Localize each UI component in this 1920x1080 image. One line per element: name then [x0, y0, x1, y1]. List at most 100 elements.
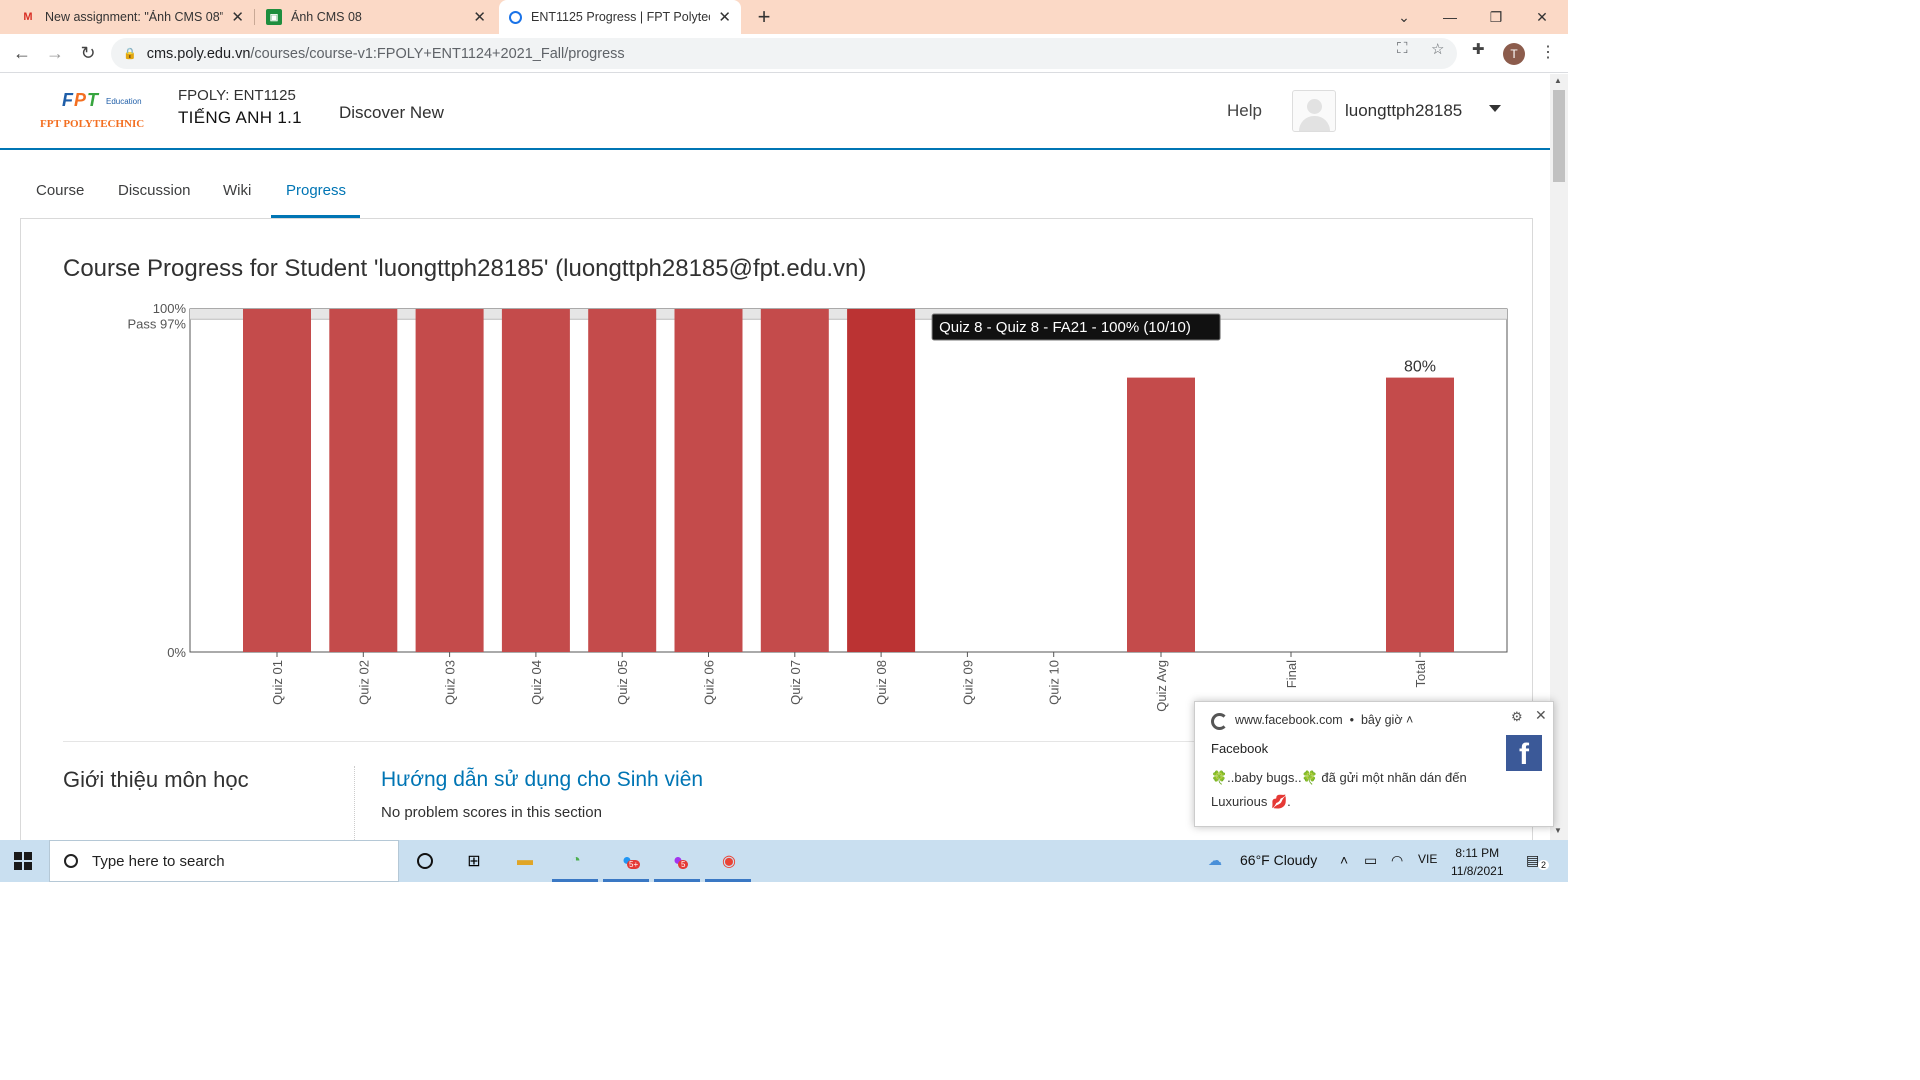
- x-tick-label: Quiz 02: [356, 660, 371, 705]
- bookmark-star-icon[interactable]: ☆: [1431, 40, 1444, 58]
- minimize-button[interactable]: —: [1427, 0, 1473, 34]
- search-placeholder: Type here to search: [92, 852, 225, 870]
- browser-tab-classroom[interactable]: ▣ Ảnh CMS 08 ✕: [256, 0, 496, 34]
- notification-message: 🍀..baby bugs..🍀 đã gửi một nhãn dán đến …: [1211, 770, 1467, 809]
- close-window-button[interactable]: ✕: [1519, 0, 1565, 34]
- user-menu-caret-icon[interactable]: [1489, 105, 1501, 112]
- close-icon[interactable]: ✕: [473, 8, 486, 26]
- app-icon[interactable]: ◔: [563, 848, 589, 874]
- taskbar-search-input[interactable]: Type here to search: [49, 840, 399, 882]
- chart-bar: [674, 309, 743, 652]
- logo-fpt-text: FPT: [62, 90, 100, 110]
- gear-icon[interactable]: ⚙: [1511, 709, 1523, 725]
- tab-title: Ảnh CMS 08: [291, 10, 362, 24]
- chrome-icon: [1211, 713, 1228, 730]
- chart-bar: [1386, 377, 1454, 652]
- clock-date: 11/8/2021: [1451, 864, 1504, 878]
- section-title: Giới thiệu môn học: [63, 767, 249, 792]
- file-explorer-icon[interactable]: ▬: [512, 848, 538, 874]
- tab-progress[interactable]: Progress: [271, 172, 360, 218]
- page-title: Course Progress for Student 'luongttph28…: [63, 255, 867, 282]
- browser-menu-icon[interactable]: ⋮: [1540, 42, 1556, 62]
- task-view-icon[interactable]: [412, 848, 438, 874]
- course-org: FPOLY: ENT1125: [178, 87, 296, 104]
- x-tick-label: Quiz 10: [1047, 660, 1062, 705]
- course-name: TIẾNG ANH 1.1: [178, 108, 302, 127]
- tab-wiki[interactable]: Wiki: [223, 172, 251, 218]
- timeline-icon[interactable]: ⊞: [461, 848, 487, 874]
- gmail-icon: M: [23, 11, 33, 23]
- scroll-up-icon[interactable]: ▲: [1554, 76, 1562, 85]
- x-tick-label: Quiz 07: [788, 660, 803, 705]
- browser-toolbar: ← → ↻ 🔒 cms.poly.edu.vn/courses/course-v…: [0, 34, 1568, 73]
- chart-bar: [760, 309, 829, 652]
- taskbar: Type here to search ⊞ ▬ ◔ ● 5+ ● 5 ◉ ☁ 66°…: [0, 840, 1568, 882]
- address-bar[interactable]: 🔒 cms.poly.edu.vn/courses/course-v1:FPOL…: [111, 38, 1457, 69]
- weather-text[interactable]: 66°F Cloudy: [1240, 852, 1317, 868]
- language-indicator[interactable]: VIE: [1418, 852, 1437, 866]
- x-tick-label: Quiz 08: [874, 660, 889, 705]
- battery-icon[interactable]: ▭: [1364, 852, 1377, 869]
- wifi-icon[interactable]: ◠: [1391, 852, 1403, 869]
- help-link[interactable]: Help: [1227, 101, 1262, 121]
- forward-icon[interactable]: →: [42, 40, 68, 66]
- chart-bar: [1127, 377, 1195, 652]
- chart-bar: [415, 309, 484, 652]
- url-path: /courses/course-v1:FPOLY+ENT1124+2021_Fa…: [250, 45, 625, 62]
- messenger-icon[interactable]: ● 5: [665, 848, 691, 874]
- scroll-thumb[interactable]: [1553, 90, 1565, 182]
- new-tab-button[interactable]: +: [752, 3, 776, 31]
- back-icon[interactable]: ←: [9, 40, 35, 66]
- discover-new-link[interactable]: Discover New: [339, 103, 444, 123]
- x-tick-label: Quiz Avg: [1154, 660, 1169, 712]
- edx-icon: [509, 10, 522, 24]
- close-icon[interactable]: ✕: [231, 8, 244, 26]
- x-tick-label: Quiz 04: [529, 660, 544, 705]
- x-tick-label: Quiz 06: [702, 660, 717, 705]
- windows-start-icon[interactable]: [14, 852, 32, 870]
- extensions-icon[interactable]: ✚: [1472, 40, 1485, 58]
- browser-tab-gmail[interactable]: M New assignment: "Ảnh CMS 08" ✕: [10, 0, 254, 34]
- y-tick-label: 100%: [153, 304, 187, 316]
- scroll-down-icon[interactable]: ▼: [1554, 826, 1562, 835]
- chart-bar: [243, 309, 311, 652]
- x-tick-label: Final: [1284, 660, 1299, 688]
- logo-poly-text: FPT POLYTECHNIC: [40, 118, 145, 130]
- reload-icon[interactable]: ↻: [75, 40, 101, 66]
- chevron-up-icon[interactable]: ˄: [1340, 852, 1348, 868]
- translate-icon[interactable]: ⛶: [1397, 40, 1408, 57]
- x-tick-label: Total: [1413, 660, 1428, 688]
- action-center-icon[interactable]: ▤ 2: [1526, 852, 1550, 870]
- tab-discussion[interactable]: Discussion: [118, 172, 191, 218]
- chart-bar: [588, 309, 657, 652]
- chrome-icon[interactable]: ◉: [716, 848, 742, 874]
- zalo-icon[interactable]: ● 5+: [614, 848, 641, 874]
- tab-course[interactable]: Course: [36, 172, 84, 218]
- lock-icon: 🔒: [123, 48, 137, 60]
- url-host: cms.poly.edu.vn: [146, 45, 251, 62]
- chart-bar: [501, 309, 570, 652]
- tab-title: New assignment: "Ảnh CMS 08": [45, 10, 224, 24]
- notification-source: www.facebook.com • bây giờ ˄: [1235, 713, 1414, 727]
- x-tick-label: Quiz 01: [270, 660, 285, 705]
- subsection-link[interactable]: Hướng dẫn sử dụng cho Sinh viên: [381, 768, 703, 792]
- logo-edu-text: Education: [106, 97, 142, 106]
- chart-bar: [329, 309, 398, 652]
- maximize-button[interactable]: ❐: [1473, 0, 1519, 34]
- x-tick-label: Quiz 03: [443, 660, 458, 705]
- data-label: 80%: [1404, 359, 1436, 376]
- browser-tab-progress[interactable]: ENT1125 Progress | FPT Polytech ✕: [499, 0, 741, 34]
- tab-title: ENT1125 Progress | FPT Polytech: [531, 10, 711, 24]
- profile-avatar[interactable]: T: [1503, 43, 1525, 65]
- fpt-polytechnic-logo[interactable]: FPT Education FPT POLYTECHNIC: [40, 88, 160, 134]
- avatar[interactable]: [1292, 90, 1336, 132]
- x-tick-label: Quiz 09: [960, 660, 975, 705]
- chart-bar: [847, 309, 916, 652]
- section-divider: [354, 766, 355, 840]
- tab-search-icon[interactable]: ⌄: [1381, 0, 1427, 34]
- clock[interactable]: 8:11 PM 11/8/2021: [1451, 844, 1504, 880]
- close-icon[interactable]: ✕: [1535, 707, 1547, 724]
- facebook-notification[interactable]: www.facebook.com • bây giờ ˄ ⚙ ✕ Faceboo…: [1194, 701, 1554, 827]
- username[interactable]: luongttph28185: [1345, 101, 1462, 121]
- close-icon[interactable]: ✕: [718, 8, 731, 26]
